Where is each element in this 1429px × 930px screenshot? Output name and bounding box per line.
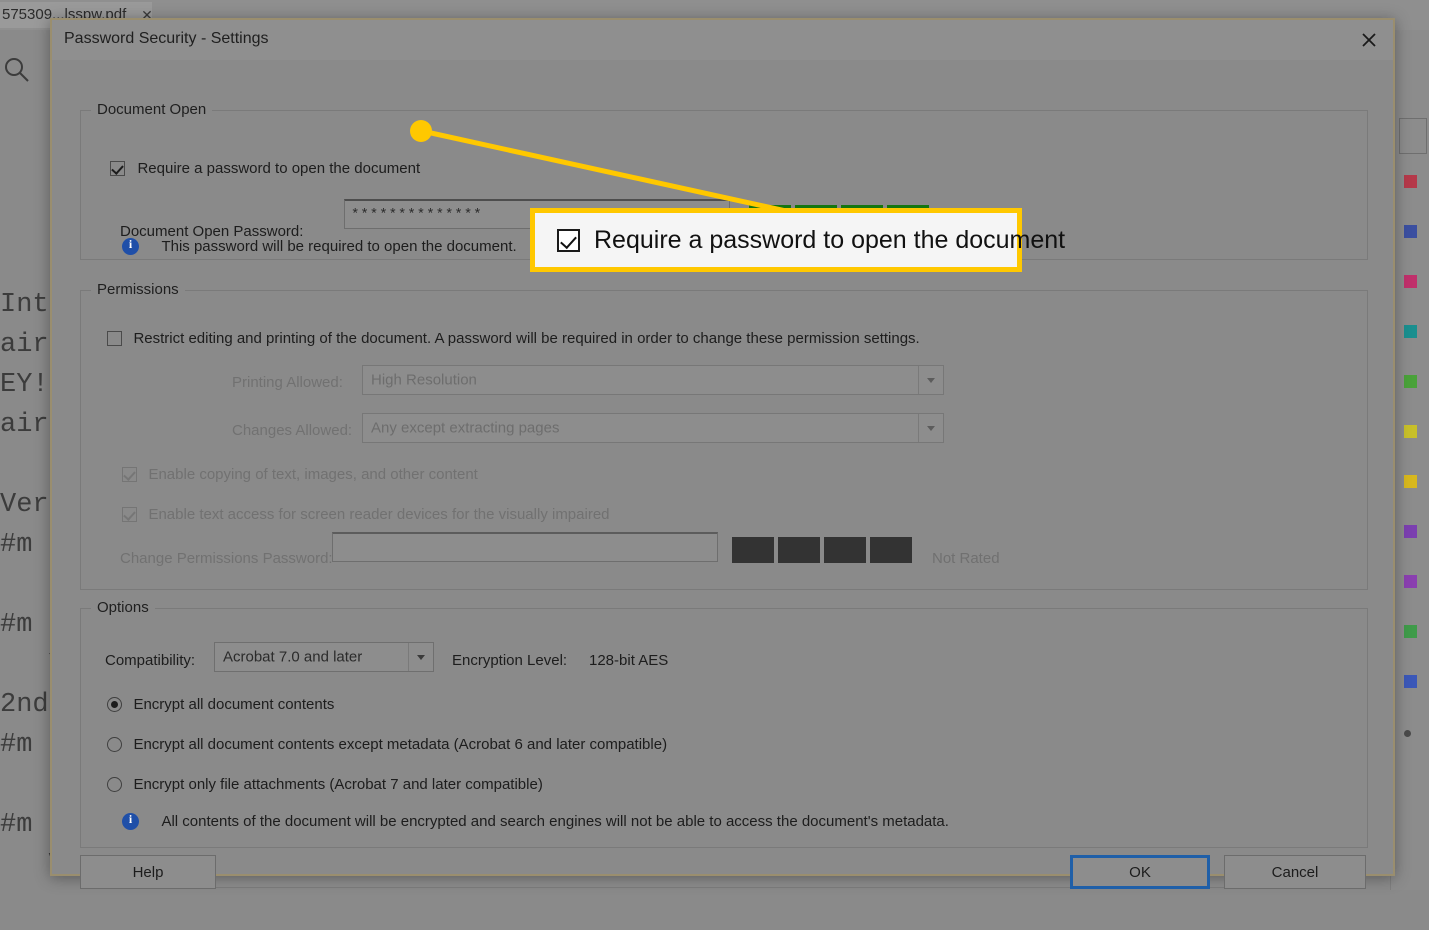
- require-password-checkbox[interactable]: Require a password to open the document: [110, 160, 420, 178]
- change-permissions-password-input[interactable]: [332, 532, 718, 562]
- dialog-title-bar: Password Security - Settings: [52, 20, 1393, 60]
- radio-encrypt-attachments-only[interactable]: Encrypt only file attachments (Acrobat 7…: [107, 776, 543, 794]
- options-info-note: All contents of the document will be enc…: [122, 812, 949, 831]
- background-bottom-bar: [0, 890, 1429, 930]
- radio-encrypt-except-metadata-label: Encrypt all document contents except met…: [133, 736, 668, 753]
- info-icon: [122, 237, 139, 255]
- radio-encrypt-attachments-only-label: Encrypt only file attachments (Acrobat 7…: [133, 776, 543, 793]
- radio-encrypt-all-contents[interactable]: Encrypt all document contents: [107, 696, 334, 714]
- changes-allowed-select[interactable]: Any except extracting pages: [362, 413, 944, 443]
- strength-segment: [824, 537, 866, 563]
- compatibility-select[interactable]: Acrobat 7.0 and later: [214, 642, 434, 672]
- help-button[interactable]: Help: [80, 855, 216, 889]
- restrict-editing-label: Restrict editing and printing of the doc…: [133, 330, 920, 347]
- callout-text: Require a password to open the document: [594, 225, 1066, 254]
- encryption-level-label: Encryption Level:: [452, 652, 568, 669]
- printing-allowed-value: High Resolution: [371, 371, 477, 389]
- options-info-text: All contents of the document will be enc…: [161, 813, 949, 830]
- options-legend: Options: [91, 599, 155, 616]
- strength-segment: [778, 537, 820, 563]
- search-icon[interactable]: [2, 55, 32, 85]
- comment-icon[interactable]: [1404, 175, 1417, 188]
- chevron-down-icon: [918, 414, 943, 442]
- checkbox-box: [107, 331, 122, 346]
- enable-copying-checkbox[interactable]: Enable copying of text, images, and othe…: [122, 466, 478, 484]
- require-password-label: Require a password to open the document: [137, 160, 421, 177]
- chevron-down-icon: [408, 643, 433, 671]
- permissions-legend: Permissions: [91, 281, 185, 298]
- radio-button: [107, 777, 122, 792]
- screen-root: 575309...lsspw.pdf ✕ Int air EY! air Ver…: [0, 0, 1429, 930]
- radio-button: [107, 697, 122, 712]
- permissions-strength-meter: [732, 537, 912, 563]
- export-icon[interactable]: [1404, 375, 1417, 388]
- cancel-button[interactable]: Cancel: [1224, 855, 1366, 889]
- close-icon[interactable]: [1355, 26, 1383, 54]
- printing-allowed-select[interactable]: High Resolution: [362, 365, 944, 395]
- fill-sign-icon[interactable]: [1404, 675, 1417, 688]
- protect-icon[interactable]: [1404, 575, 1417, 588]
- annotation-callout: Require a password to open the document: [530, 208, 1065, 272]
- callout-checkbox-icon: [557, 228, 580, 252]
- encryption-level-value: 128-bit AES: [589, 652, 669, 669]
- password-security-dialog: Password Security - Settings Document Op…: [50, 18, 1395, 889]
- checkbox-box: [122, 507, 137, 522]
- change-permissions-password-label: Change Permissions Password:: [120, 550, 333, 567]
- document-open-info-text: This password will be required to open t…: [161, 238, 517, 255]
- radio-encrypt-all-contents-label: Encrypt all document contents: [133, 696, 335, 713]
- checkbox-box: [122, 467, 137, 482]
- document-open-legend: Document Open: [91, 101, 213, 118]
- printing-allowed-label: Printing Allowed:: [232, 374, 343, 391]
- chevron-down-icon: [918, 366, 943, 394]
- optimize-icon[interactable]: [1404, 625, 1417, 638]
- combine-icon[interactable]: [1404, 425, 1417, 438]
- permissions-strength-rating: Not Rated: [932, 550, 1000, 567]
- enable-copying-label: Enable copying of text, images, and othe…: [148, 466, 478, 483]
- rail-tool-box[interactable]: [1399, 118, 1427, 154]
- document-open-info-note: This password will be required to open t…: [122, 237, 517, 256]
- restrict-editing-checkbox[interactable]: Restrict editing and printing of the doc…: [107, 330, 920, 348]
- redact-icon[interactable]: [1404, 525, 1417, 538]
- dialog-title: Password Security - Settings: [64, 30, 269, 47]
- changes-allowed-label: Changes Allowed:: [232, 422, 353, 439]
- organize-icon[interactable]: [1404, 475, 1417, 488]
- enable-screen-reader-checkbox[interactable]: Enable text access for screen reader dev…: [122, 506, 610, 524]
- compatibility-label: Compatibility:: [105, 652, 196, 669]
- changes-allowed-value: Any except extracting pages: [371, 419, 560, 437]
- strength-segment: [870, 537, 912, 563]
- pages-icon[interactable]: [1404, 275, 1417, 288]
- compatibility-value: Acrobat 7.0 and later: [223, 648, 363, 666]
- ok-button[interactable]: OK: [1070, 855, 1210, 889]
- edit-icon[interactable]: [1404, 325, 1417, 338]
- enable-screen-reader-label: Enable text access for screen reader dev…: [148, 506, 610, 523]
- share-icon[interactable]: [1404, 225, 1417, 238]
- strength-segment: [732, 537, 774, 563]
- more-tools-icon[interactable]: [1404, 730, 1411, 737]
- info-icon: [122, 812, 139, 830]
- checkbox-box: [110, 161, 125, 176]
- radio-encrypt-except-metadata[interactable]: Encrypt all document contents except met…: [107, 736, 667, 754]
- right-tool-rail: [1390, 30, 1429, 930]
- radio-button: [107, 737, 122, 752]
